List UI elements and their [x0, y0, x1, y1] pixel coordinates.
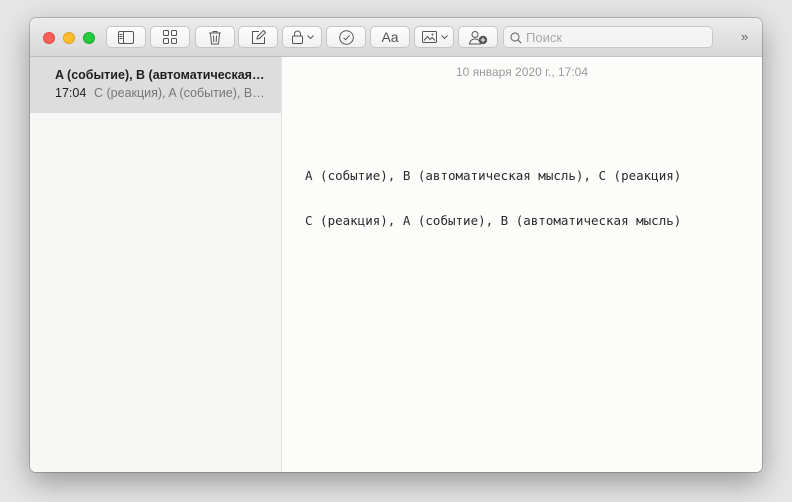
media-icon — [422, 31, 437, 43]
note-editor[interactable]: 10 января 2020 г., 17:04 A (событие), B … — [282, 57, 762, 472]
compose-icon — [251, 29, 266, 45]
minimize-window-button[interactable] — [63, 32, 75, 44]
trash-icon — [208, 30, 222, 45]
search-field[interactable] — [503, 26, 713, 48]
gallery-grid-icon — [163, 30, 177, 44]
lock-icon — [292, 30, 303, 44]
format-text-icon: Aa — [381, 29, 399, 45]
sidebar-toggle-icon — [118, 30, 134, 44]
note-date: 10 января 2020 г., 17:04 — [455, 65, 589, 79]
note-preview: C (реакция), A (событие), B (автоматичес… — [94, 86, 267, 100]
note-body-line[interactable]: C (реакция), A (событие), B (автоматичес… — [305, 213, 681, 228]
search-input[interactable] — [526, 29, 706, 45]
notes-list: A (событие), B (автоматическая мысль), C… — [30, 57, 282, 472]
toggle-sidebar-button[interactable] — [106, 26, 146, 48]
chevron-down-icon — [307, 34, 314, 40]
format-button[interactable]: Aa — [370, 26, 410, 48]
checklist-button[interactable] — [326, 26, 366, 48]
gallery-view-button[interactable] — [150, 26, 190, 48]
note-title: A (событие), B (автоматическая мысль), C… — [55, 68, 267, 82]
search-icon — [510, 31, 522, 49]
toolbar: Aa » — [30, 18, 762, 57]
close-window-button[interactable] — [43, 32, 55, 44]
zoom-window-button[interactable] — [83, 32, 95, 44]
new-note-button[interactable] — [238, 26, 278, 48]
toolbar-overflow-button[interactable]: » — [741, 30, 748, 44]
add-people-icon — [468, 30, 488, 45]
add-people-button[interactable] — [458, 26, 498, 48]
note-list-item[interactable]: A (событие), B (автоматическая мысль), C… — [30, 57, 281, 113]
media-button[interactable] — [414, 26, 454, 48]
delete-note-button[interactable] — [195, 26, 235, 48]
lock-note-button[interactable] — [282, 26, 322, 48]
note-time: 17:04 — [55, 86, 87, 100]
note-body-line[interactable]: A (событие), B (автоматическая мысль), C… — [305, 168, 681, 183]
checklist-icon — [338, 29, 354, 45]
notes-window: Aa » A (событие), B (автоматическая мысл… — [30, 18, 762, 472]
chevron-down-icon — [441, 34, 448, 40]
